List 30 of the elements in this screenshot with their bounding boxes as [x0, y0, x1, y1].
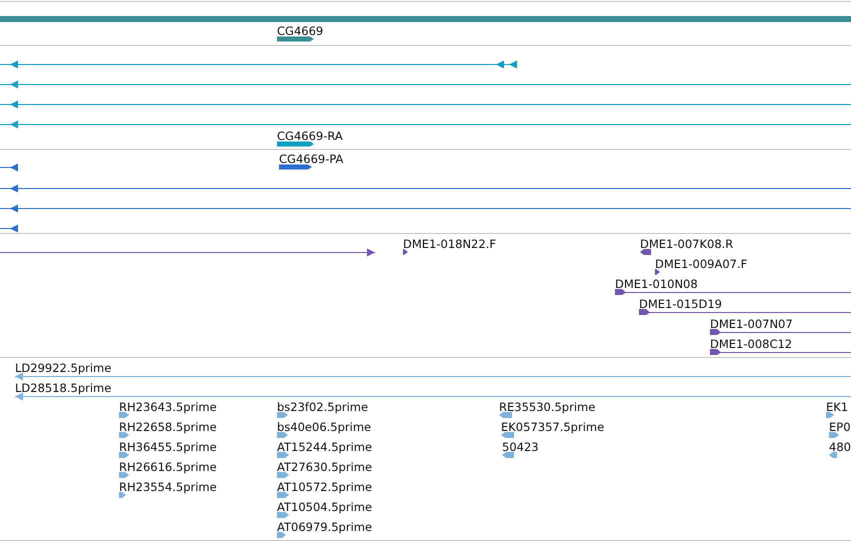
feature-label: CG4669-RA [277, 129, 343, 143]
feature-label: bs40e06.5prime [277, 420, 372, 434]
feature-label: bs23f02.5prime [277, 400, 368, 414]
feature-label: RE35530.5prime [499, 400, 596, 414]
feature-label: RH36455.5prime [119, 440, 217, 454]
feature-label: AT10504.5prime [277, 500, 372, 514]
feature-label: AT10572.5prime [277, 480, 372, 494]
feature-label: RH23643.5prime [119, 400, 217, 414]
feature-label: AT15244.5prime [277, 440, 372, 454]
feature-label: DME1-007N07 [710, 317, 793, 331]
feature-label: 50423 [502, 440, 539, 454]
feature-label: LD29922.5prime [15, 361, 112, 375]
feature-label: DME1-007K08.R [640, 237, 734, 251]
feature-label: CG4669-PA [279, 152, 344, 166]
feature-label: RH26616.5prime [119, 460, 217, 474]
feature-label: RH22658.5prime [119, 420, 217, 434]
feature-label: RH23554.5prime [119, 480, 217, 494]
feature-label: AT06979.5prime [277, 520, 372, 534]
feature-label: DME1-010N08 [615, 277, 698, 291]
feature-label: CG4669 [277, 24, 324, 38]
feature-label: EK057357.5prime [501, 420, 604, 434]
feature-label: DME1-009A07.F [655, 257, 748, 271]
feature-label: 480 [829, 440, 851, 454]
feature-label: EK1 [826, 400, 848, 414]
feature-label: EP0 [829, 420, 851, 434]
feature-label: LD28518.5prime [15, 381, 112, 395]
feature-label: DME1-018N22.F [403, 237, 496, 251]
feature-label: DME1-008C12 [710, 337, 792, 351]
feature-label: DME1-015D19 [639, 297, 722, 311]
feature-label: AT27630.5prime [277, 460, 372, 474]
